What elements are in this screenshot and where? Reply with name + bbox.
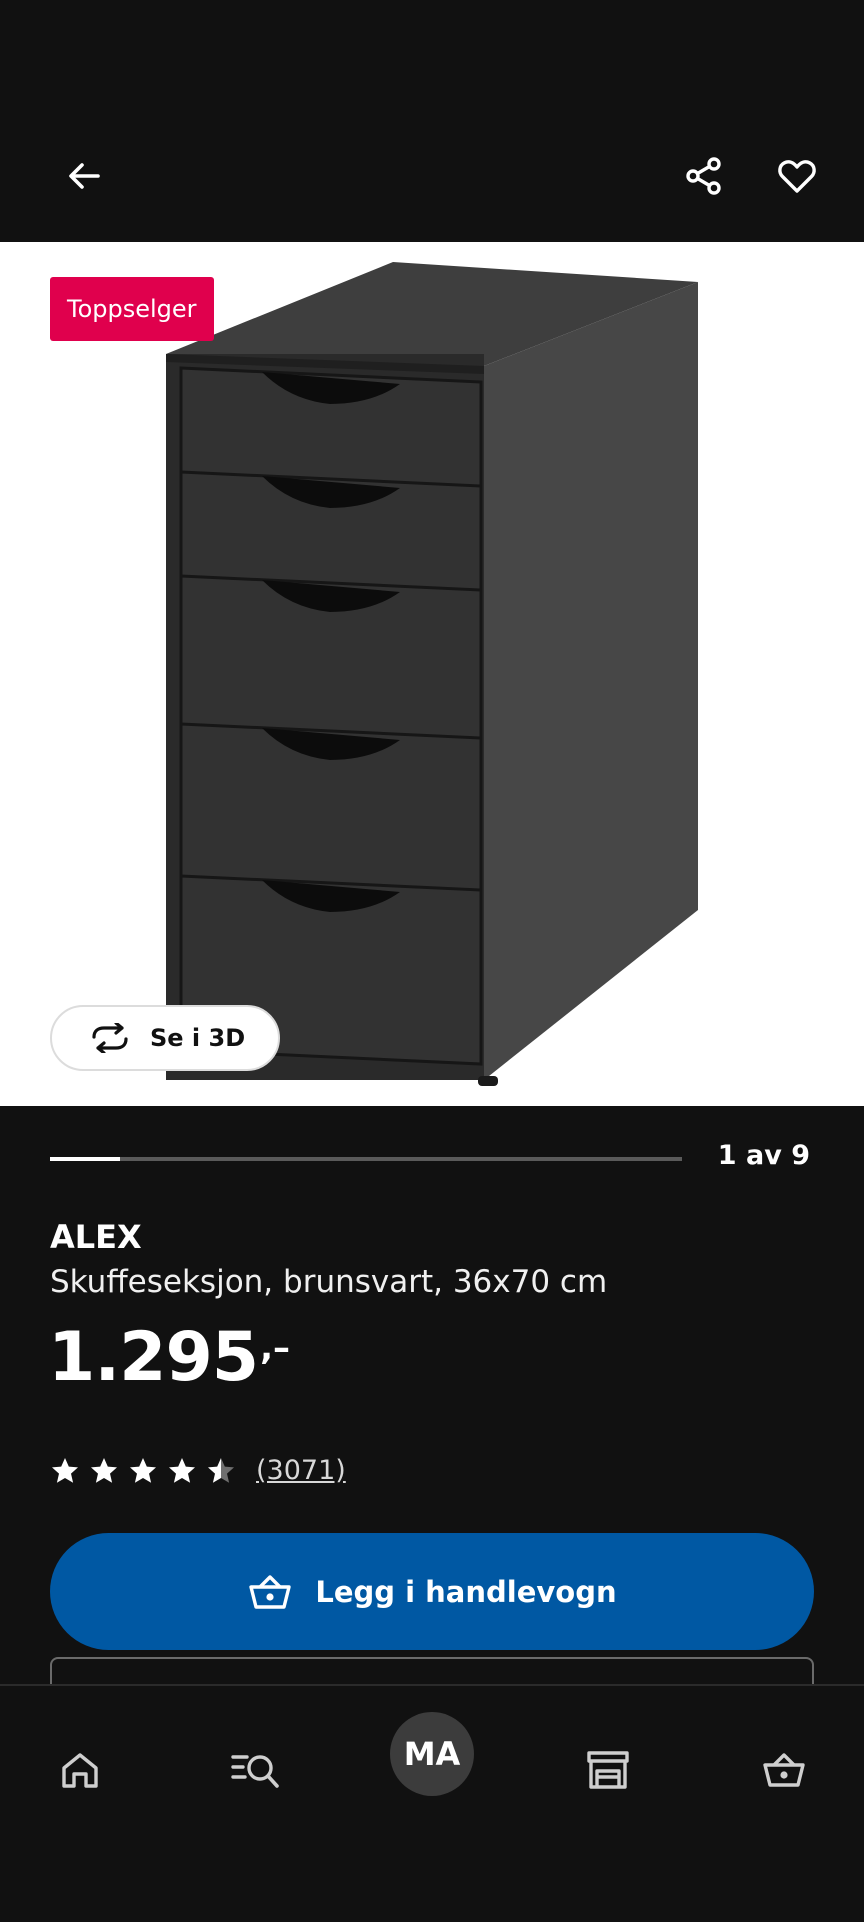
nav-stores[interactable]: [568, 1730, 648, 1810]
basket-icon: [249, 1574, 292, 1609]
top-bar: [0, 0, 864, 242]
price-suffix: ,–: [260, 1328, 291, 1368]
search-list-icon: [231, 1755, 279, 1788]
top-seller-badge: Toppselger: [50, 277, 214, 341]
gallery-progress-fill: [50, 1157, 121, 1161]
product-name: ALEX: [50, 1218, 142, 1256]
image-counter: 1 av 9: [717, 1140, 810, 1171]
star-icon: [130, 1457, 156, 1483]
arrow-left-icon: [69, 163, 100, 189]
view-in-3d-button[interactable]: Se i 3D: [50, 1005, 280, 1071]
add-to-cart-label: Legg i handlevogn: [315, 1574, 617, 1609]
rating-stars: [50, 1456, 236, 1486]
product-description: Skuffeseksjon, brunsvart, 36x70 cm: [50, 1264, 608, 1300]
store-icon: [587, 1751, 629, 1789]
product-image: [166, 262, 698, 1086]
bottom-navigation: MA: [0, 1684, 864, 1922]
gallery-progress-bar: [50, 1157, 682, 1161]
star-icon: [208, 1457, 234, 1483]
home-icon: [62, 1753, 98, 1788]
price-value: 1.295: [48, 1318, 259, 1397]
back-button[interactable]: [52, 144, 116, 208]
basket-icon: [763, 1753, 805, 1787]
star-icon: [52, 1457, 78, 1483]
product-image-gallery[interactable]: Toppselger Se i 3D: [0, 242, 864, 1106]
product-price: 1.295 ,–: [48, 1318, 290, 1397]
star-icon: [91, 1457, 117, 1483]
favourite-button[interactable]: [765, 144, 829, 208]
nav-home[interactable]: [40, 1730, 120, 1810]
nav-search[interactable]: [216, 1730, 296, 1810]
nav-cart[interactable]: [744, 1730, 824, 1810]
nav-profile-avatar[interactable]: MA: [390, 1712, 474, 1796]
share-button[interactable]: [672, 144, 736, 208]
product-rating[interactable]: (3071): [50, 1455, 346, 1486]
star-icon: [169, 1457, 195, 1483]
share-icon: [686, 157, 721, 195]
review-count-link[interactable]: (3071): [256, 1455, 346, 1486]
add-to-cart-button[interactable]: Legg i handlevogn: [50, 1533, 814, 1650]
heart-icon: [778, 160, 816, 193]
view-in-3d-label: Se i 3D: [150, 1024, 246, 1052]
rotate-3d-icon: [88, 1023, 132, 1053]
